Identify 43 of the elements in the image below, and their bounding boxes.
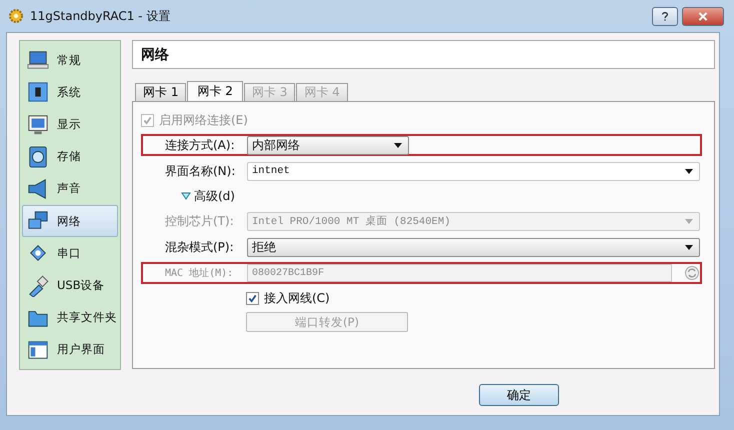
field-label: 控制芯片(T):	[165, 212, 235, 230]
triangle-icon[interactable]	[181, 191, 191, 201]
sidebar-item[interactable]: 系统	[22, 76, 118, 108]
checkbox-label: 接入网线(C)	[264, 290, 330, 306]
sidebar-item[interactable]: 网络	[22, 205, 118, 238]
speaker-icon	[27, 178, 49, 200]
sidebar-item[interactable]: 用户界面	[22, 334, 118, 366]
question-mark-icon	[661, 10, 669, 22]
laptop-icon	[27, 49, 49, 72]
caret-icon	[685, 218, 693, 224]
sidebar-item[interactable]: 共享文件夹	[22, 302, 118, 334]
sidebar-item[interactable]: 串口	[22, 237, 118, 270]
dropdown[interactable]: intnet	[247, 162, 700, 180]
tab[interactable]: 网卡 2	[187, 81, 243, 101]
caret-icon	[394, 142, 402, 148]
caret-icon	[685, 168, 693, 174]
sidebar-item[interactable]: 显示	[22, 108, 118, 141]
advanced-label: 高级(d)	[194, 188, 235, 204]
gear-icon	[8, 8, 24, 24]
dropdown[interactable]: 拒绝	[247, 238, 700, 256]
field-label: MAC 地址(M):	[165, 266, 234, 280]
tab[interactable]: 网卡 1	[135, 83, 186, 101]
ok-button[interactable]: 确定	[479, 384, 559, 406]
field-label: 连接方式(A):	[165, 136, 236, 154]
help-button[interactable]	[652, 6, 678, 26]
sidebar-item[interactable]: 声音	[22, 172, 118, 206]
sidebar-item[interactable]: 常规	[22, 44, 118, 76]
monitor-icon	[27, 114, 49, 136]
close-icon	[698, 12, 708, 20]
checkbox-label: 启用网络连接(E)	[159, 112, 248, 128]
checkbox[interactable]	[246, 292, 259, 304]
usb-stick-icon	[27, 274, 49, 297]
page-title: 网络	[132, 40, 715, 69]
field-label: 界面名称(N):	[165, 162, 236, 180]
dropdown[interactable]: 内部网络	[247, 136, 409, 154]
sidebar-item[interactable]: USB设备	[22, 269, 118, 302]
sidebar-item[interactable]: 存储	[22, 140, 118, 173]
window-icon	[27, 338, 49, 361]
close-button[interactable]	[682, 6, 724, 26]
chip-icon	[27, 81, 49, 104]
window-title: 11gStandbyRAC1 - 设置	[30, 8, 170, 24]
caret-icon	[685, 244, 693, 250]
field-label: 混杂模式(P):	[165, 238, 235, 256]
